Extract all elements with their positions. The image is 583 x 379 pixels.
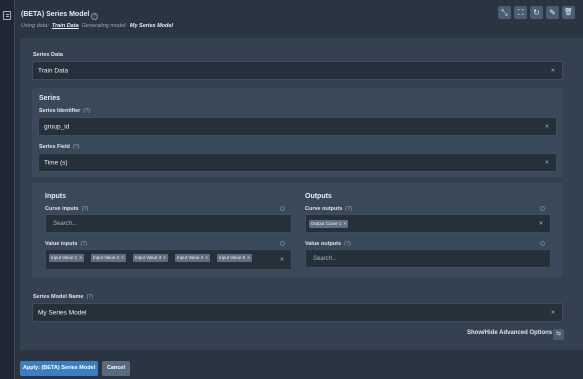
value-input-tag[interactable]: Input Value 3 ×: [133, 254, 168, 262]
series-identifier-value: group_id: [44, 123, 70, 130]
apply-button[interactable]: Apply: (BETA) Series Model: [20, 361, 98, 376]
curve-inputs-search[interactable]: Search...: [45, 214, 292, 233]
help-icon[interactable]: (?): [86, 294, 93, 300]
collapse-button[interactable]: ⤡: [498, 6, 511, 19]
help-icon[interactable]: (?): [83, 108, 90, 114]
panel-header: (BETA) Series Model? Using data: Train Da…: [15, 0, 583, 38]
help-icon[interactable]: (?): [80, 241, 87, 247]
series-section: Series Series Identifier (?) group_id × S…: [32, 88, 563, 177]
panel-footer: Apply: (BETA) Series Model Cancel: [15, 355, 583, 379]
value-outputs-placeholder: Search...: [313, 255, 338, 262]
curve-inputs-placeholder: Search...: [53, 220, 78, 227]
using-data-label: Using data:: [21, 23, 49, 29]
value-inputs-multiselect[interactable]: Input Value 1 × Input Value 2 × Input Valu…: [45, 249, 292, 270]
series-identifier-select[interactable]: group_id ×: [38, 117, 557, 136]
expand-icon: ⛶: [517, 7, 524, 17]
clear-icon[interactable]: ×: [545, 159, 549, 166]
value-inputs-label: Value inputs (?): [45, 241, 88, 247]
generating-model-name: My Series Model: [129, 23, 173, 29]
curve-inputs-label: Curve inputs (?): [45, 206, 89, 212]
inputs-outputs-section: Inputs Curve inputs (?) Search... Value i…: [32, 183, 563, 278]
model-name-label: Series Model Name (?): [33, 294, 94, 300]
remove-tag-icon[interactable]: ×: [205, 255, 208, 260]
help-icon[interactable]: (?): [82, 206, 89, 212]
edit-button[interactable]: ✎: [546, 6, 559, 19]
value-input-tag[interactable]: Input Value 2 ×: [91, 254, 126, 262]
expand-button[interactable]: ⛶: [514, 6, 527, 19]
help-icon[interactable]: (?): [344, 241, 351, 247]
clear-icon[interactable]: ×: [539, 220, 543, 227]
pencil-icon: ✎: [549, 7, 556, 17]
trash-icon: 🗑: [564, 9, 573, 16]
panel-title: (BETA) Series Model?: [21, 11, 99, 20]
series-heading: Series: [39, 95, 61, 102]
using-data-link[interactable]: Train Data: [52, 23, 79, 29]
clear-icon[interactable]: ×: [545, 123, 549, 130]
series-field-value: Time (s): [44, 159, 68, 166]
series-model-panel: (BETA) Series Model? Using data: Train Da…: [15, 0, 583, 379]
advanced-options-label[interactable]: Show/Hide Advanced Options: [467, 330, 552, 336]
panel-title-text: (BETA) Series Model: [21, 11, 90, 18]
info-icon[interactable]: [540, 241, 545, 246]
help-icon[interactable]: (?): [345, 206, 352, 212]
series-identifier-label: Series Identifier (?): [39, 108, 91, 114]
remove-tag-icon[interactable]: ×: [344, 221, 347, 226]
generating-label: Generating model:: [81, 23, 127, 29]
series-data-label: Series Data: [33, 52, 63, 58]
document-icon[interactable]: [3, 11, 11, 20]
outputs-heading: Outputs: [305, 193, 332, 200]
toggle-icon: ⇆: [555, 331, 562, 337]
curve-output-tag[interactable]: Output Curve 1 ×: [309, 220, 349, 228]
clear-icon[interactable]: ×: [551, 67, 555, 74]
series-data-select[interactable]: Train Data ×: [32, 61, 563, 80]
refresh-icon: ↻: [533, 7, 540, 17]
series-data-value: Train Data: [38, 67, 69, 74]
left-sidebar-strip: [0, 0, 15, 379]
help-icon[interactable]: ?: [91, 13, 99, 20]
remove-tag-icon[interactable]: ×: [79, 255, 82, 260]
value-outputs-label: Value outputs (?): [305, 241, 351, 247]
refresh-button[interactable]: ↻: [530, 6, 543, 19]
info-icon[interactable]: [280, 206, 285, 211]
collapse-icon: ⤡: [501, 7, 508, 17]
series-field-label: Series Field (?): [39, 144, 80, 150]
series-field-select[interactable]: Time (s) ×: [38, 153, 557, 172]
value-input-tag[interactable]: Input Value 5 ×: [217, 254, 252, 262]
panel-subtitle: Using data: Train Data Generating model: My…: [21, 23, 173, 29]
remove-tag-icon[interactable]: ×: [247, 255, 250, 260]
value-outputs-search[interactable]: Search...: [305, 249, 551, 268]
curve-outputs-multiselect[interactable]: Output Curve 1 × ×: [305, 214, 551, 233]
value-input-tag[interactable]: Input Value 1 ×: [49, 254, 84, 262]
help-icon[interactable]: (?): [73, 144, 80, 150]
form-body: Series Data Train Data × Series Series I…: [20, 38, 583, 350]
curve-outputs-label: Curve outputs (?): [305, 206, 353, 212]
model-name-input[interactable]: My Series Model ×: [32, 303, 563, 322]
value-input-tag[interactable]: Input Value 4 ×: [175, 254, 210, 262]
info-icon[interactable]: [280, 241, 285, 246]
inputs-heading: Inputs: [45, 193, 66, 200]
model-name-value: My Series Model: [38, 309, 87, 316]
advanced-options-toggle[interactable]: ⇆: [553, 329, 564, 340]
delete-button[interactable]: 🗑: [562, 6, 575, 19]
cancel-button[interactable]: Cancel: [102, 361, 130, 376]
info-icon[interactable]: [540, 206, 545, 211]
remove-tag-icon[interactable]: ×: [121, 255, 124, 260]
clear-icon[interactable]: ×: [551, 309, 555, 316]
clear-icon[interactable]: ×: [280, 256, 284, 263]
remove-tag-icon[interactable]: ×: [163, 255, 166, 260]
